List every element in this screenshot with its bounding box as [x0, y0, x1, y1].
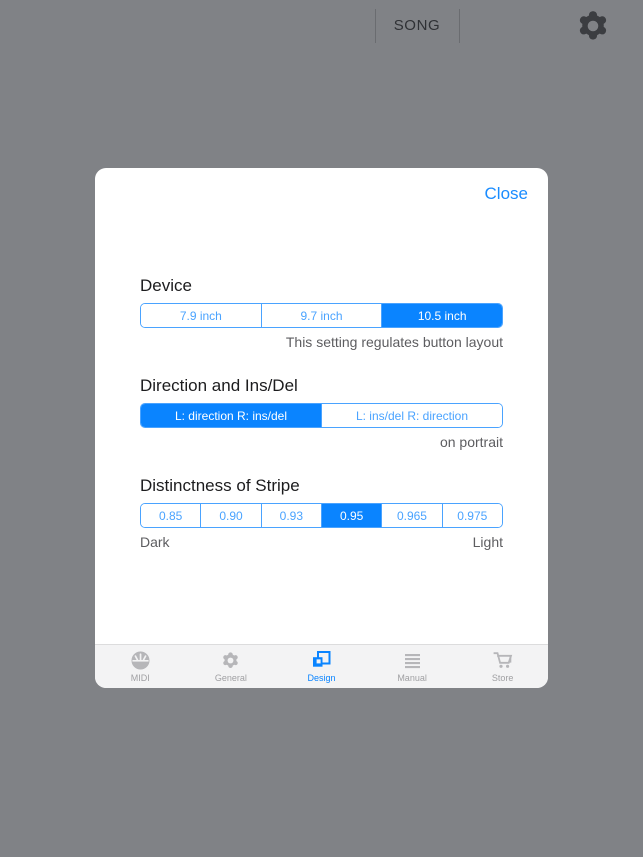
- overlap-squares-icon: [310, 649, 333, 671]
- tab-label-general: General: [214, 673, 247, 683]
- shopping-cart-icon: [492, 649, 514, 671]
- tab-store[interactable]: Store: [457, 645, 548, 688]
- tab-manual[interactable]: Manual: [367, 645, 458, 688]
- gear-icon[interactable]: [574, 7, 612, 45]
- tab-bar: MIDI General Design Manual Store: [95, 644, 548, 688]
- distinctness-option-1[interactable]: 0.90: [201, 504, 262, 527]
- distinctness-option-0[interactable]: 0.85: [141, 504, 202, 527]
- section-direction: Direction and Ins/Del L: direction R: in…: [140, 376, 503, 451]
- list-lines-icon: [402, 649, 423, 671]
- tab-label-manual: Manual: [397, 673, 427, 683]
- tab-label-store: Store: [491, 673, 514, 683]
- section-title-direction: Direction and Ins/Del: [140, 376, 298, 395]
- distinctness-option-3[interactable]: 0.95: [321, 504, 383, 527]
- song-divider-right: [459, 9, 460, 43]
- direction-option-0[interactable]: L: direction R: ins/del: [141, 404, 322, 427]
- close-label: Close: [484, 184, 528, 203]
- device-option-0[interactable]: 7.9 inch: [141, 304, 262, 327]
- device-helper-text: This setting regulates button layout: [285, 334, 503, 350]
- distinctness-helper-row: Dark Light: [140, 533, 503, 551]
- distinctness-helper-dark: Dark: [140, 534, 170, 550]
- direction-helper-text: on portrait: [439, 434, 503, 450]
- song-label: SONG: [393, 17, 441, 34]
- modal-body: Close Device 7.9 inch 9.7 inch 10.5 inch…: [95, 168, 548, 644]
- section-title-distinctness: Distinctness of Stripe: [140, 476, 300, 495]
- section-device: Device 7.9 inch 9.7 inch 10.5 inch This …: [140, 276, 503, 351]
- direction-segmented-control[interactable]: L: direction R: ins/del L: ins/del R: di…: [140, 403, 503, 428]
- device-option-2[interactable]: 10.5 inch: [382, 304, 502, 327]
- section-title-device: Device: [140, 276, 192, 295]
- tab-design[interactable]: Design: [276, 645, 367, 688]
- device-segmented-control[interactable]: 7.9 inch 9.7 inch 10.5 inch: [140, 303, 503, 328]
- distinctness-option-2[interactable]: 0.93: [261, 504, 322, 527]
- section-distinctness: Distinctness of Stripe 0.85 0.90 0.93 0.…: [140, 476, 503, 551]
- direction-option-1[interactable]: L: ins/del R: direction: [322, 404, 502, 427]
- distinctness-segmented-control[interactable]: 0.85 0.90 0.93 0.95 0.965 0.975: [140, 503, 503, 528]
- gear-icon: [220, 649, 241, 671]
- tab-midi[interactable]: MIDI: [95, 645, 186, 688]
- distinctness-helper-light: Light: [472, 534, 503, 550]
- tab-label-design: Design: [307, 673, 336, 683]
- close-button[interactable]: Close: [485, 184, 528, 204]
- device-option-1[interactable]: 9.7 inch: [261, 304, 383, 327]
- tab-label-midi: MIDI: [130, 673, 150, 683]
- tab-general[interactable]: General: [186, 645, 277, 688]
- top-bar: SONG: [0, 0, 643, 52]
- midi-keyboard-icon: [130, 649, 151, 671]
- distinctness-option-4[interactable]: 0.965: [382, 504, 443, 527]
- distinctness-option-5[interactable]: 0.975: [442, 504, 502, 527]
- settings-modal: Close Device 7.9 inch 9.7 inch 10.5 inch…: [95, 168, 548, 688]
